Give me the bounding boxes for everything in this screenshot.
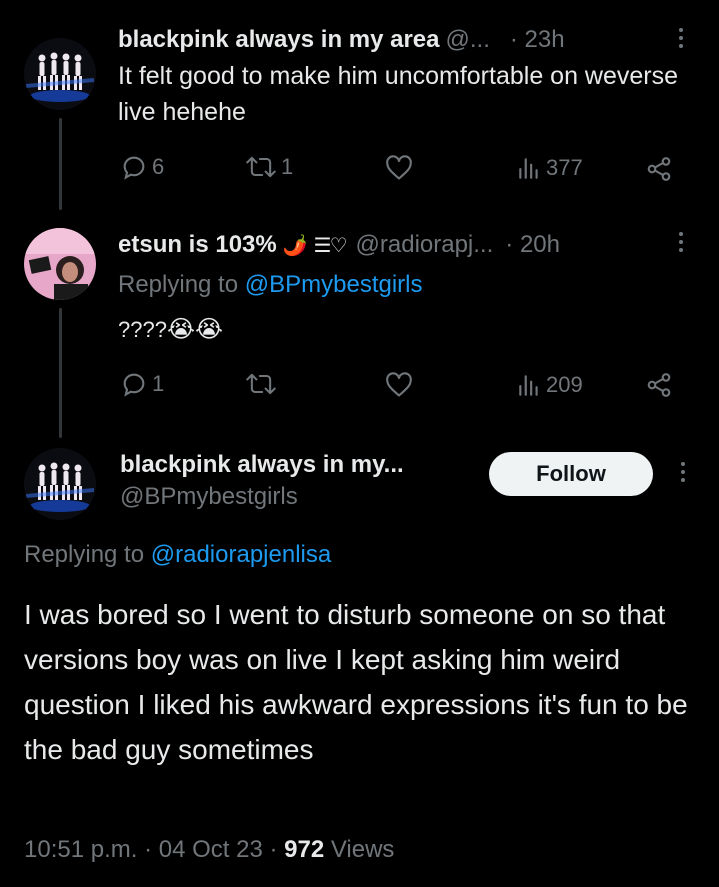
tweet-timestamp[interactable]: 10:51 p.m. · 04 Oct 23 · bbox=[24, 836, 284, 863]
dancers-avatar-icon bbox=[24, 448, 96, 520]
tweet-text-body: ???? bbox=[118, 317, 167, 342]
dancers-avatar-icon bbox=[24, 38, 96, 110]
tweet-text: ????😭😭 bbox=[118, 312, 223, 348]
reply-count: 1 bbox=[152, 371, 165, 396]
display-name[interactable]: blackpink always in my area bbox=[118, 26, 440, 54]
heart-icon bbox=[386, 155, 412, 180]
reply-icon bbox=[123, 373, 145, 397]
thread-line bbox=[59, 118, 62, 210]
share-icon bbox=[647, 157, 671, 181]
user-handle[interactable]: @BPmybestgirls bbox=[120, 482, 298, 512]
share-icon bbox=[647, 373, 671, 397]
avatar[interactable] bbox=[24, 38, 96, 110]
user-handle[interactable]: @radiorapj... bbox=[356, 231, 494, 259]
display-name[interactable]: etsun is 103% bbox=[118, 231, 277, 259]
user-handle[interactable]: @... bbox=[446, 26, 490, 54]
replying-to: Replying to @BPmybestgirls bbox=[118, 268, 423, 302]
name-symbol: ☰♡ bbox=[313, 234, 348, 257]
view-count: 377 bbox=[546, 155, 583, 180]
tweet-meta: 10:51 p.m. · 04 Oct 23 · 972 Views bbox=[24, 833, 394, 867]
reply-button[interactable]: 1 bbox=[120, 370, 164, 398]
tweet-header: blackpink always in my area @... · 23h bbox=[118, 24, 565, 56]
views-button[interactable]: 377 bbox=[516, 155, 583, 181]
tweet-text: It felt good to make him uncomfortable o… bbox=[118, 62, 679, 126]
reply-icon bbox=[123, 156, 145, 180]
more-options-icon[interactable] bbox=[678, 232, 684, 252]
retweet-count: 1 bbox=[281, 154, 294, 179]
thread-line bbox=[59, 308, 62, 438]
follow-button[interactable]: Follow bbox=[489, 452, 653, 496]
crying-face-icon: 😭😭 bbox=[166, 316, 224, 343]
view-count: 209 bbox=[546, 372, 583, 397]
avatar[interactable] bbox=[24, 228, 96, 300]
chili-pepper-icon: 🌶️ bbox=[282, 234, 308, 257]
pink-portrait-avatar-icon bbox=[24, 228, 96, 300]
like-button[interactable] bbox=[385, 155, 417, 181]
views-button[interactable]: 209 bbox=[516, 372, 583, 398]
retweet-button[interactable] bbox=[245, 370, 281, 398]
analytics-icon bbox=[519, 375, 538, 396]
replying-to-handle[interactable]: @radiorapjenlisa bbox=[151, 541, 331, 568]
more-options-icon[interactable] bbox=[680, 462, 686, 482]
replying-to-handle[interactable]: @BPmybestgirls bbox=[245, 271, 423, 298]
tweet-text: I was bored so I went to disturb someone… bbox=[24, 599, 688, 765]
like-button[interactable] bbox=[385, 372, 417, 398]
tweet-time[interactable]: · 23h bbox=[510, 26, 565, 54]
avatar[interactable] bbox=[24, 448, 96, 520]
reply-count: 6 bbox=[152, 154, 165, 179]
retweet-icon bbox=[246, 373, 276, 395]
more-options-icon[interactable] bbox=[678, 28, 684, 48]
analytics-icon bbox=[519, 158, 538, 179]
replying-prefix: Replying to bbox=[24, 541, 151, 568]
heart-icon bbox=[386, 372, 412, 397]
tweet-header: etsun is 103% 🌶️ ☰♡ @radiorapj... · 20h bbox=[118, 228, 560, 262]
replying-prefix: Replying to bbox=[118, 271, 245, 298]
share-button[interactable] bbox=[645, 371, 673, 399]
views-count: 972 bbox=[284, 836, 325, 863]
retweet-icon bbox=[246, 156, 276, 178]
reply-button[interactable]: 6 bbox=[120, 153, 164, 181]
display-name[interactable]: blackpink always in my... bbox=[120, 450, 404, 480]
views-label: Views bbox=[324, 836, 395, 863]
share-button[interactable] bbox=[645, 155, 673, 183]
retweet-button[interactable]: 1 bbox=[245, 153, 293, 181]
tweet-time[interactable]: · 20h bbox=[505, 231, 560, 259]
replying-to: Replying to @radiorapjenlisa bbox=[24, 538, 331, 572]
